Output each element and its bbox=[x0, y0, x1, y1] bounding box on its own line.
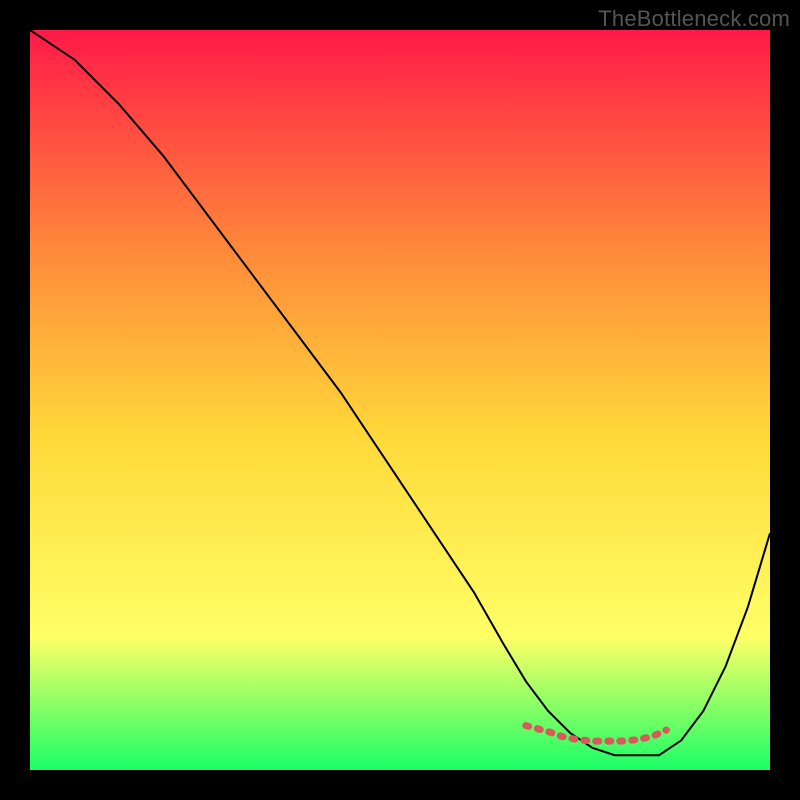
chart-svg bbox=[30, 30, 770, 770]
watermark-text: TheBottleneck.com bbox=[598, 6, 790, 32]
gradient-background bbox=[30, 30, 770, 770]
chart-container: TheBottleneck.com bbox=[0, 0, 800, 800]
plot-area bbox=[30, 30, 770, 770]
